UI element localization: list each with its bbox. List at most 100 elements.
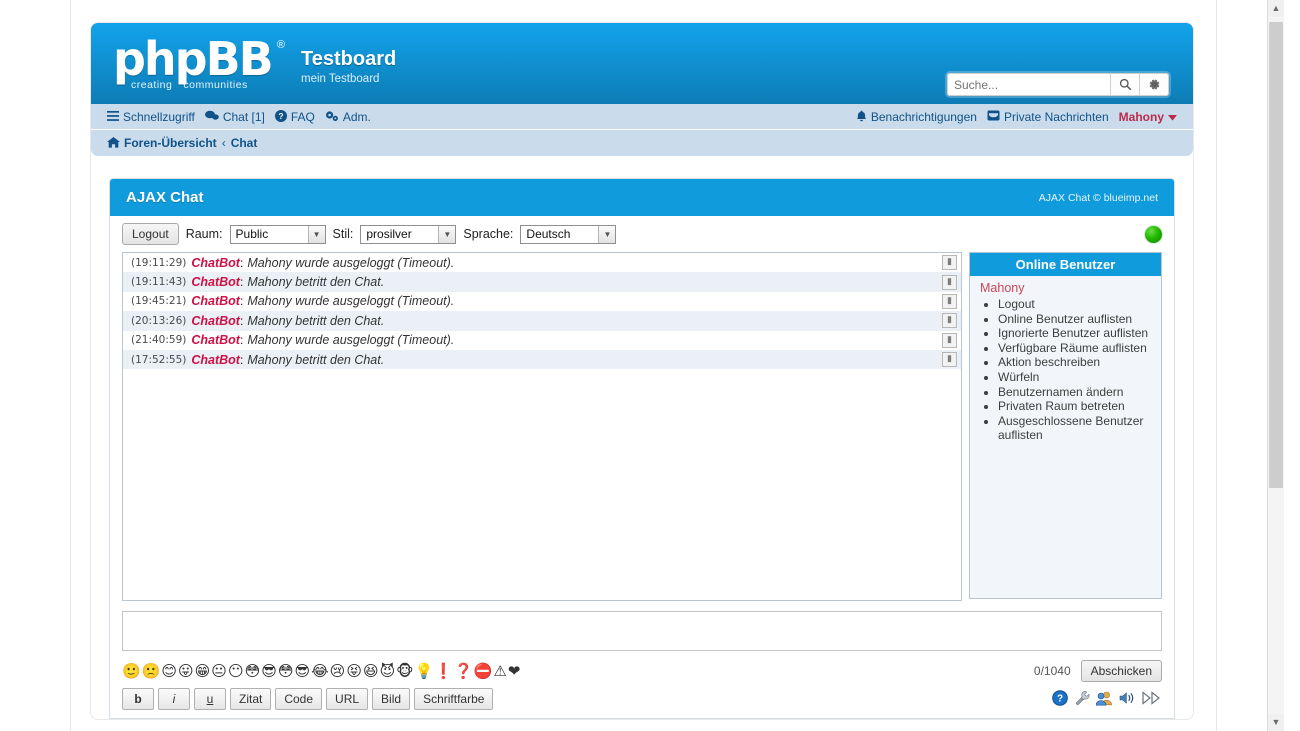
emoticon-button[interactable]: ⚠ [493, 662, 506, 680]
message-timestamp: (21:40:59) [131, 334, 187, 347]
nav-user-menu[interactable]: Mahony [1119, 110, 1177, 124]
emoticon-button[interactable]: 😎 [261, 662, 277, 680]
emoticon-button[interactable]: 😎 [295, 662, 311, 680]
help-icon[interactable]: ? [1052, 689, 1068, 709]
logout-button[interactable]: Logout [122, 223, 179, 245]
bbcode-underline-button[interactable]: u [194, 688, 226, 710]
room-select-value: Public [235, 227, 269, 241]
emoticon-button[interactable]: 😐 [211, 662, 227, 680]
nav-quick-access[interactable]: Schnellzugriff [107, 110, 195, 124]
broken-image-icon[interactable]: ▮ [942, 313, 957, 329]
emoticon-button[interactable]: ❤ [508, 662, 521, 680]
search-input[interactable] [947, 73, 1110, 96]
online-actions-list: Logout Online Benutzer auflisten Ignorie… [970, 297, 1161, 443]
nav-admin[interactable]: Adm. [325, 110, 371, 124]
broken-image-icon[interactable]: ▮ [942, 293, 957, 309]
message-text: Mahony wurde ausgeloggt (Timeout). [247, 294, 455, 309]
online-action-item[interactable]: Ausgeschlossene Benutzer auflisten [998, 414, 1155, 443]
language-select[interactable]: Deutsch ▼ [520, 224, 617, 244]
online-action-item[interactable]: Logout [998, 297, 1155, 312]
gear-icon[interactable] [1139, 73, 1169, 96]
navbar-primary: Schnellzugriff Chat [1] ? FAQ Adm. Benac… [91, 104, 1193, 130]
submit-button[interactable]: Abschicken [1080, 660, 1162, 682]
online-action-item[interactable]: Online Benutzer auflisten [998, 312, 1155, 327]
bbcode-image-button[interactable]: Bild [372, 688, 411, 710]
emoticon-button[interactable]: 🙂 [122, 662, 141, 680]
nav-faq[interactable]: ? FAQ [274, 109, 315, 124]
online-action-item[interactable]: Ignorierte Benutzer auflisten [998, 326, 1155, 341]
message-username[interactable]: ChatBot [191, 256, 240, 270]
scroll-up-arrow[interactable]: ▲ [1268, 0, 1284, 17]
online-action-item[interactable]: Aktion beschreiben [998, 355, 1155, 370]
emoticon-button[interactable]: 🐵 [396, 662, 413, 680]
message-username[interactable]: ChatBot [191, 275, 240, 289]
message-username[interactable]: ChatBot [191, 333, 240, 347]
users-icon[interactable] [1095, 690, 1113, 709]
nav-notifications[interactable]: Benachrichtigungen [856, 110, 977, 124]
emoticon-button[interactable]: 😢 [330, 662, 346, 680]
logo-block[interactable]: phpBB ® creating communities Testboard me… [113, 36, 396, 92]
nav-chat[interactable]: Chat [1] [204, 109, 265, 124]
online-action-item[interactable]: Benutzernamen ändern [998, 385, 1155, 400]
chat-message-input[interactable] [122, 611, 1162, 651]
emoticon-button[interactable]: 😛 [178, 662, 194, 680]
emoticon-button[interactable]: 😳 [278, 662, 294, 680]
sound-icon[interactable] [1119, 690, 1136, 709]
chat-messages-list[interactable]: (19:11:29) ChatBot: Mahony wurde ausgelo… [122, 252, 962, 601]
nav-chat-label: Chat [1] [222, 109, 265, 124]
online-action-item[interactable]: Verfügbare Räume auflisten [998, 341, 1155, 356]
emoticon-button[interactable]: 💡 [415, 662, 434, 680]
search-icon[interactable] [1110, 73, 1139, 96]
emoticon-button[interactable]: 😶 [228, 662, 244, 680]
bbcode-fontcolor-button[interactable]: Schriftfarbe [414, 688, 494, 710]
logo-tagline: creating communities [131, 79, 248, 91]
emoticon-button[interactable]: 😝 [346, 662, 362, 680]
breadcrumb: Foren-Übersicht ‹ Chat [91, 130, 1193, 156]
emoticon-button[interactable]: 😆 [363, 662, 379, 680]
fast-forward-icon[interactable] [1142, 690, 1162, 708]
emoticon-button[interactable]: 😊 [161, 662, 177, 680]
scrollbar-thumb[interactable] [1269, 22, 1283, 488]
language-label: Sprache: [463, 227, 514, 241]
emoticon-button[interactable]: ❗ [434, 662, 453, 680]
message-username[interactable]: ChatBot [191, 314, 240, 328]
broken-image-icon[interactable]: ▮ [942, 352, 957, 368]
emoticon-button[interactable]: ❓ [454, 662, 473, 680]
bbcode-quote-button[interactable]: Zitat [230, 688, 272, 710]
emoticon-button[interactable]: 😂 [311, 662, 329, 680]
bbcode-bold-button[interactable]: b [122, 688, 154, 710]
emoticon-button[interactable]: 🙁 [142, 662, 161, 680]
style-select[interactable]: prosilver ▼ [360, 224, 457, 244]
message-username[interactable]: ChatBot [191, 353, 240, 367]
room-select[interactable]: Public ▼ [229, 224, 326, 244]
bbcode-code-button[interactable]: Code [275, 688, 323, 710]
emoticon-button[interactable]: 😈 [380, 662, 396, 680]
breadcrumb-chat[interactable]: Chat [231, 136, 258, 150]
message-timestamp: (19:45:21) [131, 295, 187, 308]
chat-message-row: (19:11:29) ChatBot: Mahony wurde ausgelo… [123, 253, 961, 273]
emoticon-button[interactable]: ⛔ [474, 662, 493, 680]
bbcode-url-button[interactable]: URL [326, 688, 369, 710]
scroll-down-arrow[interactable]: ▼ [1268, 714, 1284, 731]
nav-quick-access-label: Schnellzugriff [123, 109, 195, 124]
page-scrollbar[interactable]: ▲ ▼ [1267, 0, 1284, 731]
broken-image-icon[interactable]: ▮ [942, 255, 957, 271]
online-user-mahony[interactable]: Mahony [970, 276, 1161, 297]
chat-tool-icons: ? [1052, 689, 1162, 709]
ajax-chat-panel: AJAX Chat AJAX Chat © blueimp.net Logout… [109, 178, 1175, 719]
emoticon-button[interactable]: 😳 [245, 662, 261, 680]
broken-image-icon[interactable]: ▮ [942, 274, 957, 290]
nav-notifications-label: Benachrichtigungen [870, 109, 977, 124]
emoticon-button[interactable]: 😁 [195, 662, 211, 680]
tools-icon[interactable] [1074, 690, 1090, 709]
message-timestamp: (19:11:43) [131, 276, 187, 289]
breadcrumb-home[interactable]: Foren-Übersicht [107, 136, 217, 150]
phpbb-logo: phpBB ® creating communities [113, 36, 285, 92]
bbcode-italic-button[interactable]: i [158, 688, 190, 710]
message-username[interactable]: ChatBot [191, 294, 240, 308]
site-description: mein Testboard [301, 73, 380, 85]
nav-private-messages[interactable]: Private Nachrichten [987, 110, 1109, 124]
online-action-item[interactable]: Würfeln [998, 370, 1155, 385]
broken-image-icon[interactable]: ▮ [942, 332, 957, 348]
online-action-item[interactable]: Privaten Raum betreten [998, 399, 1155, 414]
